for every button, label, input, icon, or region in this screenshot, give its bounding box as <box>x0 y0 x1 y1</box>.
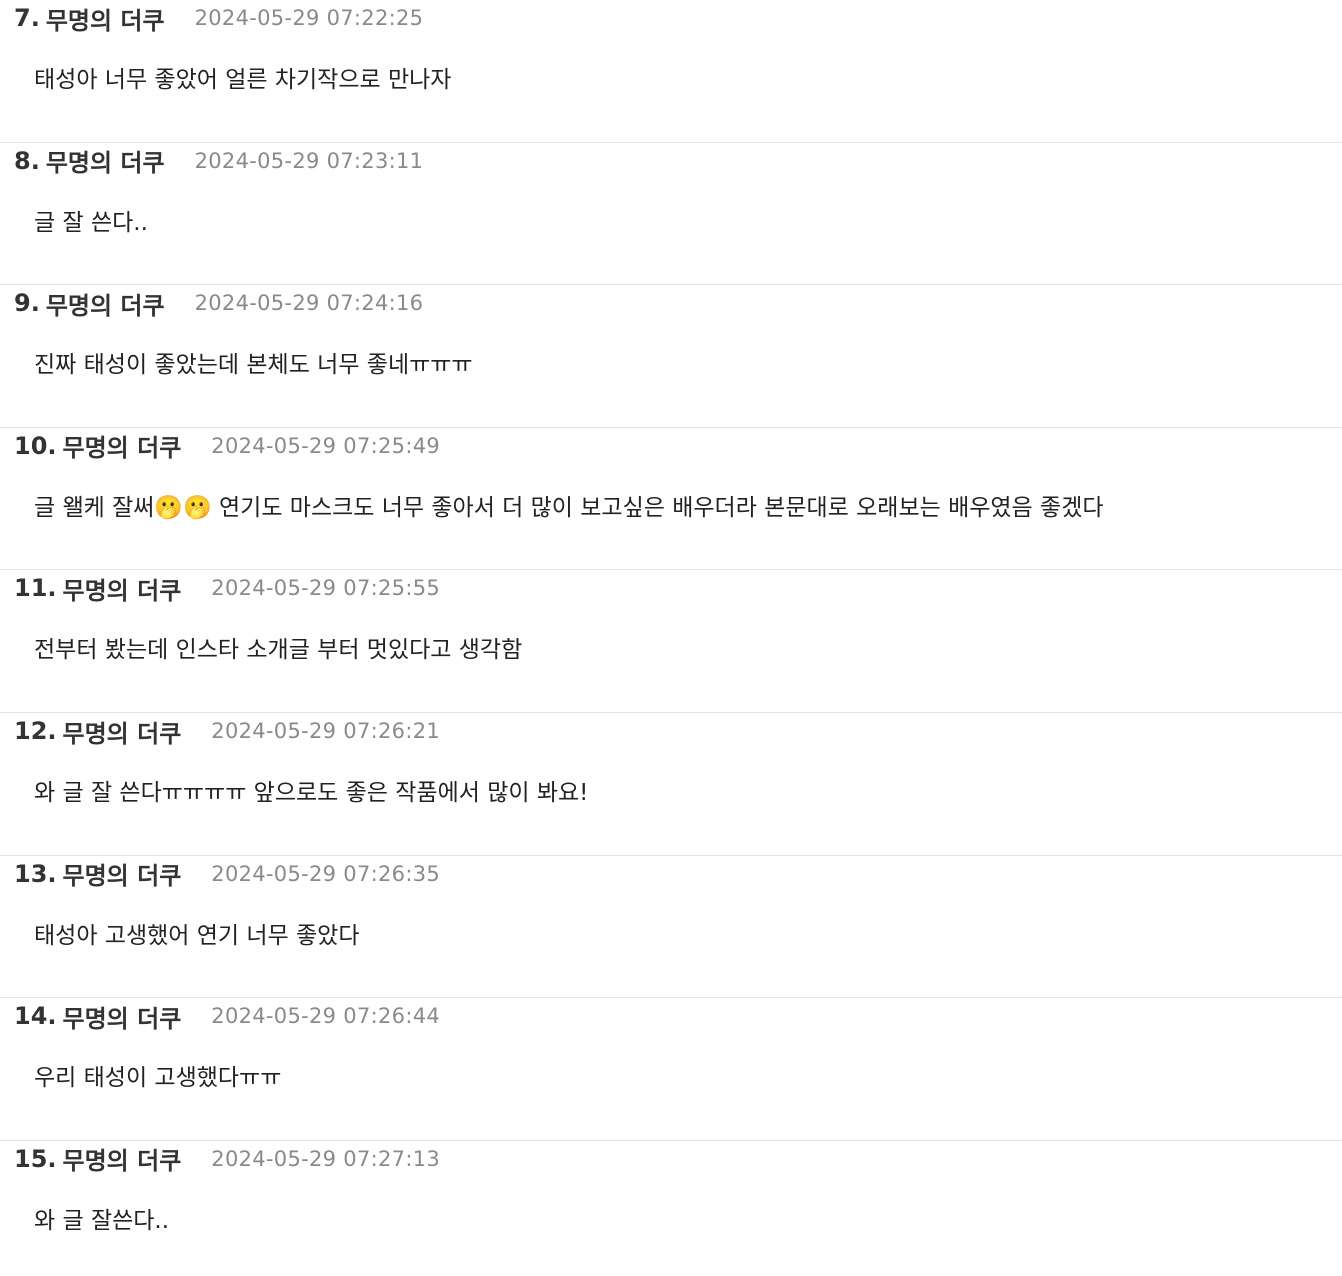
comment-item: 8. 무명의 더쿠 2024-05-29 07:23:11 글 잘 쓴다.. <box>0 143 1342 286</box>
comment-header: 11. 무명의 더쿠 2024-05-29 07:25:55 <box>14 570 440 606</box>
comment-text: 태성아 너무 좋았어 얼른 차기작으로 만나자 <box>34 67 452 93</box>
comment-author[interactable]: 무명의 더쿠 <box>63 571 182 606</box>
comment-text: 와 글 잘 쓴다ㅠㅠㅠㅠ 앞으로도 좋은 작품에서 많이 봐요! <box>34 780 589 806</box>
comment-date: 2024-05-29 07:26:35 <box>211 861 441 886</box>
comment-date: 2024-05-29 07:24:16 <box>194 291 424 316</box>
comment-item: 13. 무명의 더쿠 2024-05-29 07:26:35 태성아 고생했어 … <box>0 856 1342 999</box>
comment-number: 11. <box>14 574 57 603</box>
comment-header: 7. 무명의 더쿠 2024-05-29 07:22:25 <box>14 0 423 36</box>
comment-header: 10. 무명의 더쿠 2024-05-29 07:25:49 <box>14 428 440 464</box>
comment-item: 14. 무명의 더쿠 2024-05-29 07:26:44 우리 태성이 고생… <box>0 998 1342 1141</box>
comment-item: 9. 무명의 더쿠 2024-05-29 07:24:16 진짜 태성이 좋았는… <box>0 285 1342 428</box>
comment-number: 7. <box>14 4 40 32</box>
comment-item: 15. 무명의 더쿠 2024-05-29 07:27:13 와 글 잘쓴다.. <box>0 1141 1342 1276</box>
comment-number: 10. <box>14 431 57 460</box>
comment-date: 2024-05-29 07:25:55 <box>211 576 441 601</box>
comment-header: 9. 무명의 더쿠 2024-05-29 07:24:16 <box>14 285 423 321</box>
comment-text: 글 잘 쓴다.. <box>34 209 148 236</box>
comment-date: 2024-05-29 07:23:11 <box>194 148 424 173</box>
comment-number: 9. <box>14 289 40 318</box>
comment-date: 2024-05-29 07:22:25 <box>194 6 424 30</box>
comment-author[interactable]: 무명의 더쿠 <box>63 856 182 891</box>
comment-text: 태성아 고생했어 연기 너무 좋았다 <box>34 922 360 949</box>
comment-author[interactable]: 무명의 더쿠 <box>63 714 182 749</box>
comment-text: 글 왤케 잘써🫢🫢 연기도 마스크도 너무 좋아서 더 많이 보고싶은 배우더라… <box>34 494 1104 521</box>
comment-item: 12. 무명의 더쿠 2024-05-29 07:26:21 와 글 잘 쓴다ㅠ… <box>0 713 1342 856</box>
comment-number: 8. <box>14 146 40 175</box>
comment-author[interactable]: 무명의 더쿠 <box>63 428 182 463</box>
comment-item: 10. 무명의 더쿠 2024-05-29 07:25:49 글 왤케 잘써🫢🫢… <box>0 428 1342 571</box>
comment-date: 2024-05-29 07:26:21 <box>211 719 441 743</box>
comment-number: 14. <box>14 1002 57 1031</box>
comment-author[interactable]: 무명의 더쿠 <box>63 1141 182 1176</box>
comment-header: 15. 무명의 더쿠 2024-05-29 07:27:13 <box>14 1141 440 1177</box>
comment-item: 7. 무명의 더쿠 2024-05-29 07:22:25 태성아 너무 좋았어… <box>0 0 1342 143</box>
comment-text: 우리 태성이 고생했다ㅠㅠ <box>34 1065 282 1092</box>
comment-item: 11. 무명의 더쿠 2024-05-29 07:25:55 전부터 봤는데 인… <box>0 570 1342 713</box>
comment-number: 13. <box>14 859 57 888</box>
comment-author[interactable]: 무명의 더쿠 <box>63 999 182 1034</box>
comment-author[interactable]: 무명의 더쿠 <box>46 286 165 321</box>
comment-date: 2024-05-29 07:27:13 <box>211 1146 441 1171</box>
comment-author[interactable]: 무명의 더쿠 <box>46 1 165 36</box>
comment-text: 전부터 봤는데 인스타 소개글 부터 멋있다고 생각함 <box>34 637 523 664</box>
comment-header: 8. 무명의 더쿠 2024-05-29 07:23:11 <box>14 143 423 179</box>
comment-date: 2024-05-29 07:26:44 <box>211 1004 441 1029</box>
comment-number: 12. <box>14 717 57 745</box>
comment-header: 14. 무명의 더쿠 2024-05-29 07:26:44 <box>14 998 440 1034</box>
comment-text: 진짜 태성이 좋았는데 본체도 너무 좋네ㅠㅠㅠ <box>34 352 473 379</box>
comment-author[interactable]: 무명의 더쿠 <box>46 143 165 178</box>
comment-number: 15. <box>14 1144 57 1173</box>
comment-text: 와 글 잘쓴다.. <box>34 1207 170 1234</box>
comment-header: 12. 무명의 더쿠 2024-05-29 07:26:21 <box>14 713 440 749</box>
comment-date: 2024-05-29 07:25:49 <box>211 433 441 458</box>
comment-list: 7. 무명의 더쿠 2024-05-29 07:22:25 태성아 너무 좋았어… <box>0 0 1342 1276</box>
comment-header: 13. 무명의 더쿠 2024-05-29 07:26:35 <box>14 856 440 892</box>
